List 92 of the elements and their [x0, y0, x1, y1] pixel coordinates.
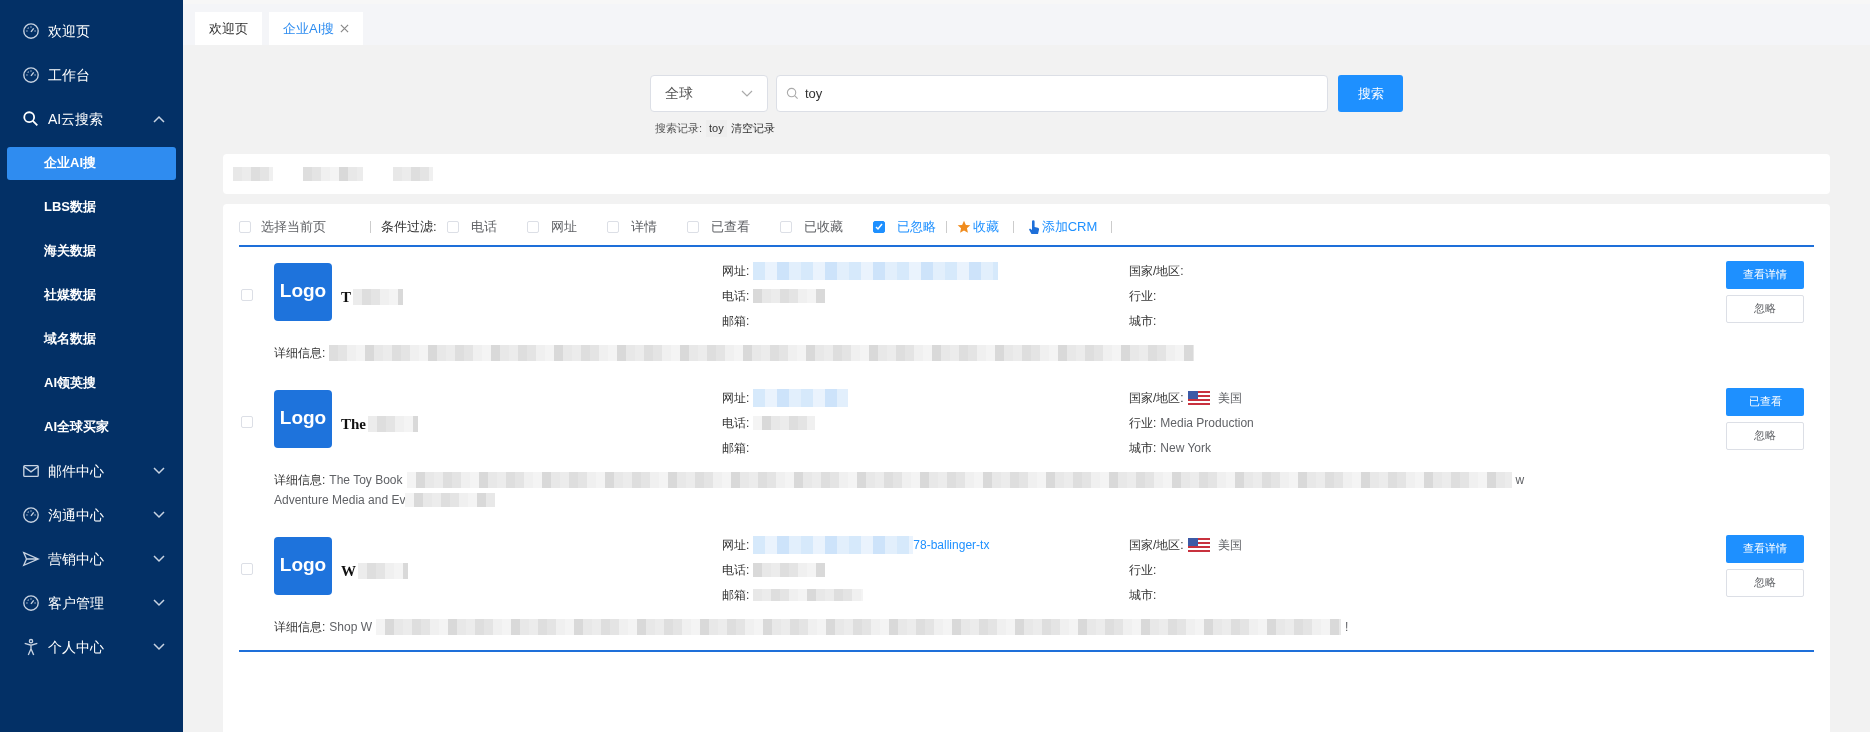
us-flag-icon	[1187, 538, 1210, 552]
field-label: 国家/地区:	[1129, 263, 1184, 280]
field-label: 网址:	[722, 537, 750, 554]
field-label: 电话:	[722, 562, 750, 579]
sidebar-subitem[interactable]: 域名数据	[7, 322, 176, 356]
gauge-icon	[22, 506, 40, 524]
field-label: 城市:	[1129, 587, 1157, 604]
clear-history-link[interactable]: 清空记录	[730, 120, 775, 137]
field-value: Shop W	[329, 618, 373, 636]
sidebar-item[interactable]: 沟通中心	[0, 493, 183, 537]
chevron-icon	[153, 555, 165, 563]
hand-pointer-icon	[1027, 219, 1040, 235]
search-icon	[786, 87, 799, 100]
field-label: 详细信息:	[274, 344, 326, 362]
field-value: 美国	[1217, 537, 1242, 554]
field-label: 行业:	[1129, 288, 1157, 305]
chevron-icon	[741, 89, 753, 98]
field-value: The Toy Book	[329, 471, 403, 489]
company-name: The	[341, 414, 366, 434]
checkbox[interactable]	[872, 221, 885, 233]
checkbox-label: 选择当前页	[261, 218, 326, 237]
field-value: New York	[1160, 440, 1212, 457]
field-label: 详细信息:	[274, 618, 326, 636]
field-label: 邮箱:	[722, 440, 750, 457]
chevron-icon	[153, 599, 165, 607]
logo-tile: Logo	[274, 389, 332, 448]
gauge-icon	[22, 594, 40, 612]
field-value: Media Production	[1160, 415, 1254, 432]
checkbox-label: 已收藏	[803, 218, 843, 237]
sidebar-item[interactable]: 客户管理	[0, 581, 183, 625]
field-value: w	[1515, 471, 1525, 489]
field-label: 邮箱:	[722, 313, 750, 330]
company-name: T	[341, 287, 351, 307]
history-tag[interactable]: toy	[706, 120, 727, 137]
sidebar-subitem[interactable]: AI全球买家	[7, 410, 176, 444]
chevron-icon	[153, 643, 165, 651]
logo-tile: Logo	[274, 262, 332, 321]
field-label: 网址:	[722, 263, 750, 280]
blurred-text	[233, 166, 273, 181]
envelope-icon	[22, 462, 40, 480]
gauge-icon	[22, 66, 40, 84]
us-flag-icon	[1187, 391, 1210, 405]
sidebar-item[interactable]: 邮件中心	[0, 449, 183, 493]
sidebar-subitem[interactable]: 社媒数据	[7, 278, 176, 312]
field-label: 国家/地区:	[1129, 537, 1184, 554]
chevron-icon	[153, 115, 165, 123]
field-label: 行业:	[1129, 415, 1157, 432]
search-icon	[22, 110, 40, 128]
sidebar-subitem[interactable]: 海关数据	[7, 234, 176, 268]
field-label: 网址:	[722, 390, 750, 407]
sidebar-subitem[interactable]: AI领英搜	[7, 366, 176, 400]
history-label: 搜索记录:	[655, 121, 703, 136]
field-value: !	[1345, 618, 1349, 636]
paper-plane-icon	[22, 550, 40, 568]
field-label: 国家/地区:	[1129, 390, 1184, 407]
logo-tile: Logo	[274, 536, 332, 595]
sidebar-subitem[interactable]: LBS数据	[7, 190, 176, 224]
blurred-text	[393, 166, 433, 181]
blurred-text	[303, 166, 363, 181]
checkbox-label: 已忽略	[896, 218, 936, 237]
checkbox-label: 电话	[470, 218, 497, 237]
chevron-icon	[153, 511, 165, 519]
star-icon	[956, 220, 971, 234]
sidebar-item[interactable]: 个人中心	[0, 625, 183, 669]
field-label: 行业:	[1129, 562, 1157, 579]
sidebar-item[interactable]: AI云搜索	[0, 97, 183, 141]
gauge-icon	[22, 22, 40, 40]
filter-label: 条件过滤:	[381, 218, 437, 237]
field-label: 城市:	[1129, 313, 1157, 330]
search-field[interactable]: toy	[776, 75, 1328, 112]
field-label: 详细信息:	[274, 471, 326, 489]
sidebar-item[interactable]: 营销中心	[0, 537, 183, 581]
field-value: Adventure Media and Ev	[274, 491, 406, 509]
company-name: W	[341, 561, 356, 581]
field-label: 城市:	[1129, 440, 1157, 457]
field-label: 邮箱:	[722, 587, 750, 604]
checkbox-label: 网址	[550, 218, 577, 237]
ignore-button[interactable]: 忽略	[1726, 294, 1804, 323]
sidebar-item[interactable]: 工作台	[0, 53, 183, 97]
chevron-icon	[153, 467, 165, 475]
sidebar-item[interactable]: 欢迎页	[0, 9, 183, 53]
tab[interactable]: 欢迎页	[195, 12, 262, 45]
scope-dropdown[interactable]: 全球	[650, 75, 768, 112]
person-icon	[22, 638, 40, 656]
ignore-button[interactable]: 忽略	[1726, 568, 1804, 597]
field-label: 电话:	[722, 415, 750, 432]
field-value: 美国	[1217, 390, 1242, 407]
checkbox-label: 详情	[630, 218, 657, 237]
checkbox-label: 已查看	[710, 218, 750, 237]
tab[interactable]: 企业AI搜	[269, 12, 364, 45]
ignore-button[interactable]: 忽略	[1726, 421, 1804, 450]
field-label: 电话:	[722, 288, 750, 305]
